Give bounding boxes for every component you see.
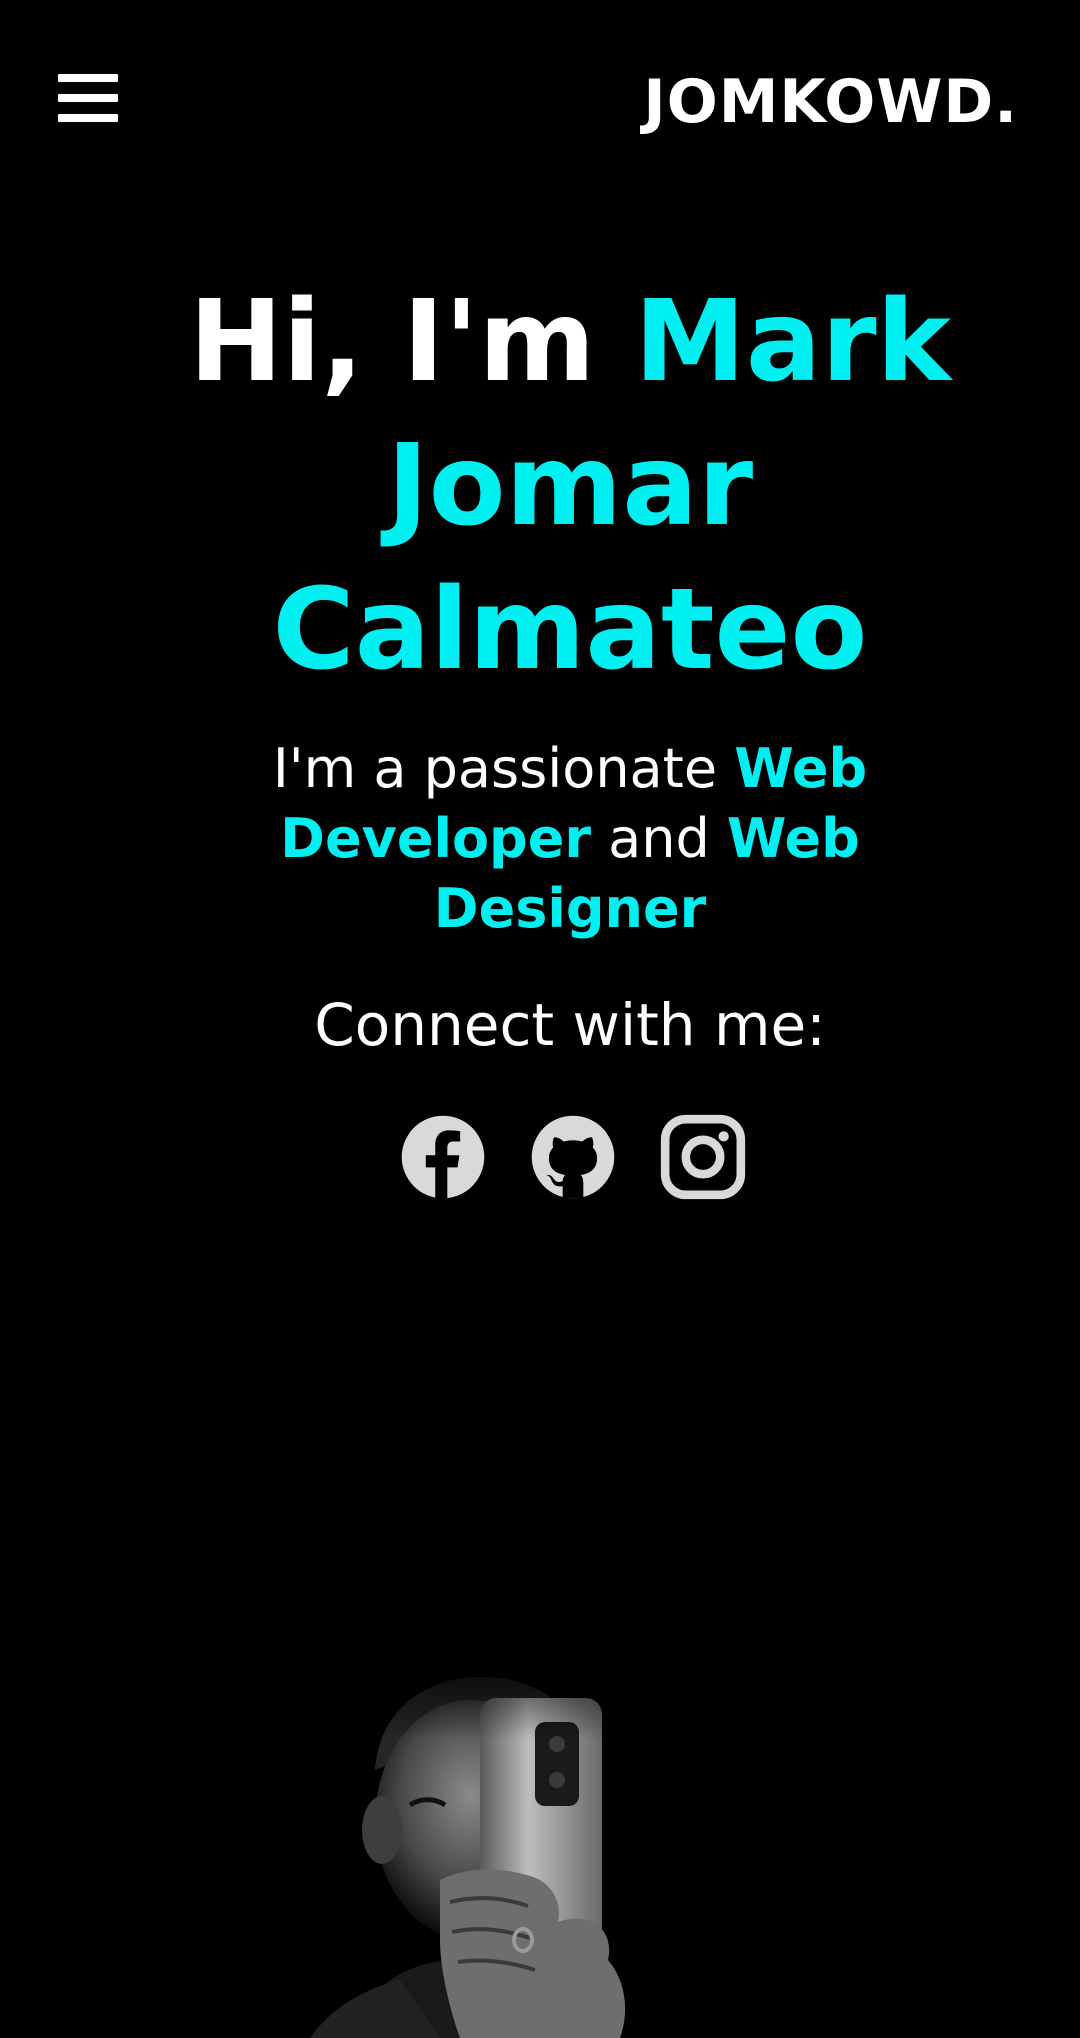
instagram-icon[interactable] [660, 1114, 746, 1200]
hero-tagline: I'm a passionate Web Developer and Web D… [220, 734, 920, 944]
portrait-photo [290, 1640, 750, 2038]
greeting-text: Hi, I'm [188, 277, 635, 407]
tagline-and: and [590, 807, 727, 870]
hero-heading: Hi, I'm Mark Jomar Calmateo [170, 270, 970, 702]
name-first: Mark [634, 277, 952, 407]
menu-bar [58, 74, 118, 82]
brand-logo[interactable]: JOMKOWD. [643, 62, 1018, 142]
tagline-prefix: I'm a passionate [272, 737, 735, 800]
hero-page: JOMKOWD. Hi, I'm Mark Jomar Calmateo I'm a… [0, 0, 1080, 2038]
connect-label: Connect with me: [314, 991, 826, 1059]
social-links [400, 1112, 746, 1202]
name-middle: Jomar [386, 421, 754, 551]
hamburger-menu-icon[interactable] [58, 72, 120, 128]
name-last: Calmateo [272, 565, 868, 695]
github-icon[interactable] [530, 1114, 616, 1200]
menu-bar [58, 94, 118, 102]
facebook-icon[interactable] [400, 1114, 486, 1200]
menu-bar [58, 114, 118, 122]
